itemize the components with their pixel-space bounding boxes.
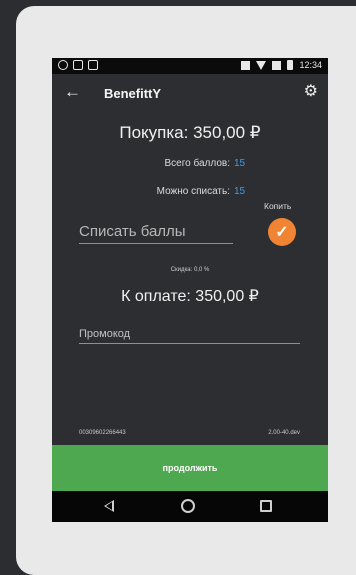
signal-icon — [272, 60, 282, 70]
app-title: BenefittY — [104, 86, 162, 101]
nav-recents-icon[interactable] — [260, 500, 272, 512]
discount-label: Скидка: 0,0 % — [170, 267, 210, 273]
back-arrow-icon[interactable]: ← — [64, 83, 81, 100]
total-points-label: Всего баллов: — [164, 158, 231, 169]
spendable-points-label: Можно списать: — [156, 186, 230, 197]
notification-icon — [58, 60, 68, 70]
nav-back-icon[interactable] — [104, 500, 114, 512]
app-bar: ← BenefittY ⚙ — [52, 74, 328, 116]
nfc-icon — [241, 60, 251, 70]
checkmark-icon: ✓ — [275, 224, 289, 241]
status-time: 12:34 — [299, 60, 322, 70]
spend-points-field[interactable]: Списать баллы — [79, 222, 233, 244]
gear-icon[interactable]: ⚙ — [304, 84, 318, 100]
accumulate-label: Копить — [264, 201, 292, 211]
nav-home-icon[interactable] — [181, 499, 195, 513]
app-notification-icon — [88, 60, 98, 70]
device-id: 00309602266443 — [79, 430, 126, 436]
amount-to-pay: К оплате: 350,00 ₽ — [121, 288, 259, 305]
spendable-points-value: 15 — [234, 186, 246, 197]
continue-button[interactable]: продолжить — [52, 445, 328, 491]
total-points-value: 15 — [234, 158, 246, 169]
screenshot-icon — [73, 60, 83, 70]
promo-code-field[interactable]: Промокод — [79, 326, 300, 344]
app-version: 2.00-40.dev — [268, 430, 300, 436]
status-bar: 12:34 — [52, 58, 328, 74]
accumulate-checkbox[interactable]: ✓ — [268, 218, 296, 246]
wifi-icon — [256, 60, 267, 70]
battery-icon — [287, 60, 294, 70]
purchase-amount: Покупка: 350,00 ₽ — [119, 123, 261, 142]
nav-bar — [52, 491, 328, 522]
phone-screen: 12:34 ← BenefittY ⚙ Покупка: 350,00 ₽ Вс… — [52, 58, 328, 522]
